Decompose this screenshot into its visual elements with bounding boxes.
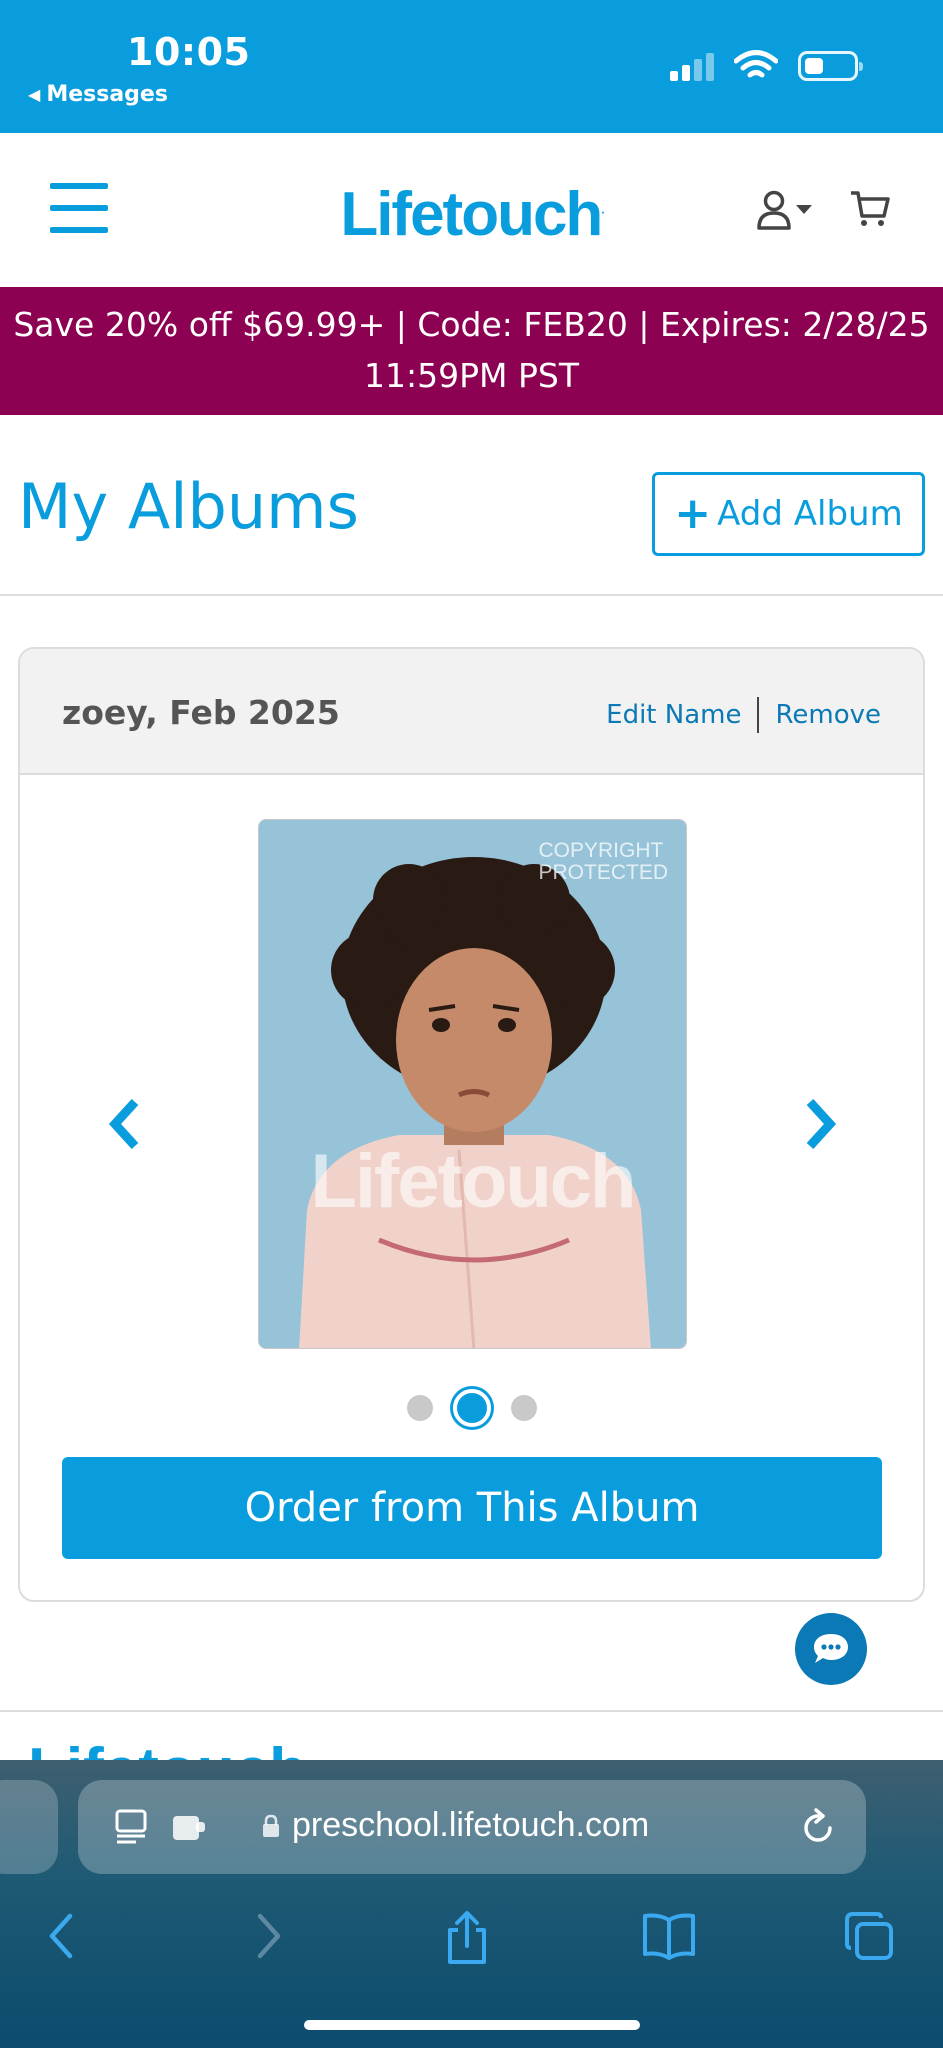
divider [0,594,943,596]
carousel-dot-active[interactable] [452,1389,491,1427]
child-portrait-image [259,820,686,1348]
divider [0,1710,943,1712]
album-photo[interactable]: COPYRIGHT PROTECTED Lifetouch [258,819,687,1349]
remove-link[interactable]: Remove [775,700,881,730]
caret-down-icon [796,205,812,214]
add-album-label: Add Album [717,494,903,534]
carousel-dot[interactable] [406,1395,433,1421]
user-icon [757,190,791,230]
chevron-left-icon[interactable] [105,1094,145,1154]
cellular-signal-icon [670,51,714,81]
edit-name-link[interactable]: Edit Name [606,700,741,730]
url-display[interactable]: preschool.lifetouch.com [262,1806,649,1845]
previous-tab-peek[interactable] [0,1780,58,1874]
tabs-icon[interactable] [843,1910,895,1962]
battery-icon [798,51,863,81]
status-time: 10:05 [127,30,251,74]
cart-icon[interactable] [850,190,890,232]
url-text: preschool.lifetouch.com [292,1806,650,1844]
page-title: My Albums [18,470,359,543]
home-indicator [304,2020,640,2030]
chat-button[interactable] [795,1613,867,1685]
reader-icon[interactable] [114,1808,148,1846]
plus-icon: + [674,488,712,539]
wifi-icon [734,50,778,78]
add-album-button[interactable]: + Add Album [652,472,925,556]
album-name: zoey, Feb 2025 [62,693,340,732]
lifetouch-watermark: Lifetouch [310,1139,637,1224]
address-bar[interactable]: preschool.lifetouch.com [78,1780,866,1874]
back-label: Messages [46,82,168,107]
status-icons [670,50,863,82]
order-from-album-button[interactable]: Order from This Album [62,1457,882,1559]
chevron-right-icon[interactable] [800,1094,840,1154]
back-triangle-icon: ◀ [28,85,41,104]
reload-icon[interactable] [800,1808,836,1846]
copyright-watermark: COPYRIGHT PROTECTED [538,839,668,884]
album-card-header: zoey, Feb 2025 Edit Name Remove [20,649,923,775]
account-menu[interactable] [757,190,813,230]
back-icon[interactable] [44,1910,80,1962]
status-bar: 10:05 ◀ Messages [0,0,943,133]
back-to-messages[interactable]: ◀ Messages [28,82,168,107]
album-card: zoey, Feb 2025 Edit Name Remove COPYRIGH… [18,647,925,1602]
chat-bubble-icon [814,1634,848,1663]
share-icon[interactable] [444,1910,490,1966]
forward-icon[interactable] [250,1910,286,1962]
album-actions: Edit Name Remove [606,697,881,733]
site-header: Lifetouch. [0,133,943,287]
promo-banner: Save 20% off $69.99+ | Code: FEB20 | Exp… [0,287,943,415]
lock-icon [263,1814,279,1837]
url-icons [114,1808,208,1846]
extension-icon[interactable] [170,1808,208,1846]
bookmarks-icon[interactable] [641,1910,697,1962]
browser-bottom-bar: preschool.lifetouch.com [0,1760,943,2048]
browser-toolbar [0,1910,943,1990]
carousel-dots [20,1389,923,1427]
action-separator [757,697,760,733]
carousel-dot[interactable] [510,1395,537,1421]
